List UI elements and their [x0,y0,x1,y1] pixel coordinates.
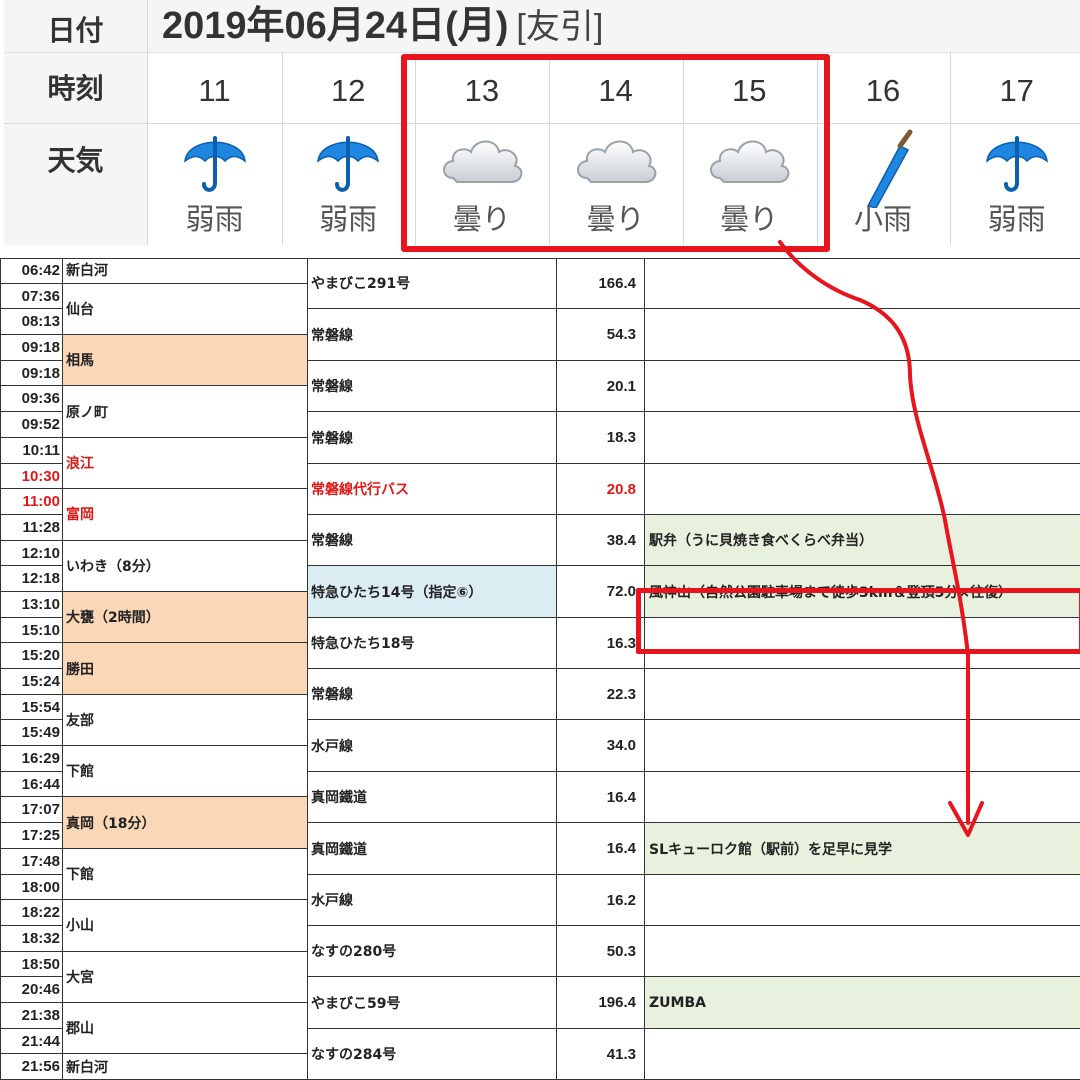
arrow-annotation [778,240,984,837]
